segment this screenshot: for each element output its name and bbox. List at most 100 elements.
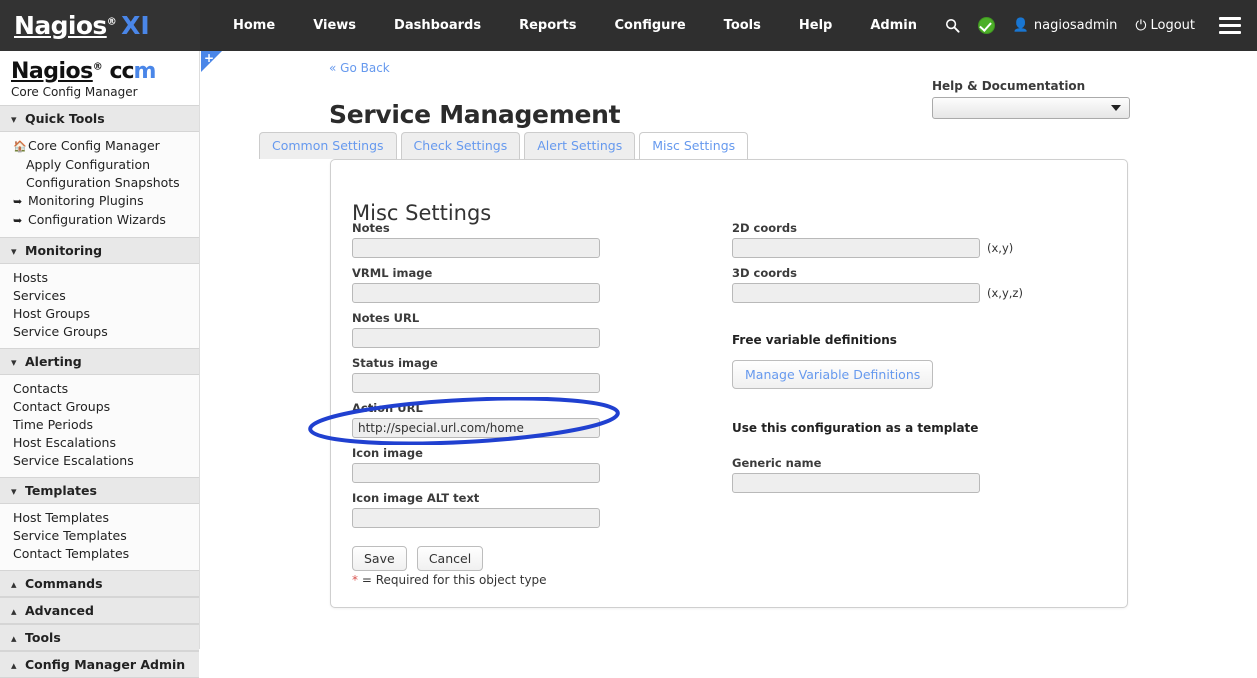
chevron-up-icon: ▴ xyxy=(11,632,25,645)
sidebar-item-configuration-wizards[interactable]: ➥Configuration Wizards xyxy=(0,211,199,230)
sidebar-section-config-manager-admin[interactable]: ▴Config Manager Admin xyxy=(0,651,199,678)
ccm-brand: Nagios® ccm Core Config Manager xyxy=(0,51,199,105)
sidebar-item-services[interactable]: Services xyxy=(0,287,199,305)
sidebar-section-advanced[interactable]: ▴Advanced xyxy=(0,597,199,624)
field-group-icon-image: Icon image xyxy=(352,446,652,483)
notes-input[interactable] xyxy=(352,238,600,258)
nav-item-views[interactable]: Views xyxy=(294,0,375,51)
sidebar-item-contact-groups[interactable]: Contact Groups xyxy=(0,398,199,416)
field-group-action-url: Action URL xyxy=(352,401,652,438)
sidebar-item-host-groups[interactable]: Host Groups xyxy=(0,305,199,323)
nav-item-tools[interactable]: Tools xyxy=(705,0,780,51)
generic-name-label: Generic name xyxy=(732,456,1062,470)
logo-product: XI xyxy=(121,11,150,40)
logo-registered-mark: ® xyxy=(107,17,116,28)
sidebar-section-label: Commands xyxy=(25,576,103,591)
sidebar-item-contact-templates[interactable]: Contact Templates xyxy=(0,545,199,563)
ccm-logo: Nagios® ccm xyxy=(11,60,199,83)
sidebar-item-service-escalations[interactable]: Service Escalations xyxy=(0,452,199,470)
left-column: Notes VRML image Notes URL Status image … xyxy=(352,221,652,571)
tab-alert-settings[interactable]: Alert Settings xyxy=(524,132,635,159)
vrml-image-input[interactable] xyxy=(352,283,600,303)
arrow-right-icon: ➥ xyxy=(13,194,28,210)
sidebar-item-time-periods[interactable]: Time Periods xyxy=(0,416,199,434)
nav-item-admin[interactable]: Admin xyxy=(851,0,936,51)
sidebar-section-tools[interactable]: ▴Tools xyxy=(0,624,199,651)
nagios-xi-logo[interactable]: Nagios®XI xyxy=(0,0,200,51)
manage-variable-definitions-button[interactable]: Manage Variable Definitions xyxy=(732,360,933,389)
chevron-up-icon: ▴ xyxy=(11,659,25,672)
sidebar: Nagios® ccm Core Config Manager ▾Quick T… xyxy=(0,51,200,649)
field-group-generic-name: Generic name xyxy=(732,456,1062,493)
icon-image-alt-text-input[interactable] xyxy=(352,508,600,528)
logout-label: Logout xyxy=(1150,18,1195,33)
sidebar-section-body-quick-tools: 🏠Core Config Manager Apply Configuration… xyxy=(0,132,199,237)
action-url-input[interactable] xyxy=(352,418,600,438)
coords-3d-input[interactable] xyxy=(732,283,980,303)
cancel-button[interactable]: Cancel xyxy=(417,546,483,571)
sidebar-item-apply-configuration[interactable]: Apply Configuration xyxy=(0,156,199,174)
sidebar-item-monitoring-plugins[interactable]: ➥Monitoring Plugins xyxy=(0,192,199,211)
notes-url-input[interactable] xyxy=(352,328,600,348)
save-button[interactable]: Save xyxy=(352,546,407,571)
nav-item-dashboards[interactable]: Dashboards xyxy=(375,0,500,51)
sidebar-section-templates[interactable]: ▾Templates xyxy=(0,477,199,504)
sidebar-expand-toggle[interactable] xyxy=(201,51,222,72)
chevron-down-icon: ▾ xyxy=(11,113,25,126)
sidebar-section-label: Advanced xyxy=(25,603,94,618)
status-image-input[interactable] xyxy=(352,373,600,393)
tab-common-settings[interactable]: Common Settings xyxy=(259,132,397,159)
coords-2d-input[interactable] xyxy=(732,238,980,258)
sidebar-section-monitoring[interactable]: ▾Monitoring xyxy=(0,237,199,264)
field-group-2d-coords: 2D coords (x,y) xyxy=(732,221,1062,258)
sidebar-section-alerting[interactable]: ▾Alerting xyxy=(0,348,199,375)
icon-image-label: Icon image xyxy=(352,446,652,460)
sidebar-item-configuration-snapshots[interactable]: Configuration Snapshots xyxy=(0,174,199,192)
search-icon[interactable] xyxy=(945,18,960,33)
sidebar-section-quick-tools[interactable]: ▾Quick Tools xyxy=(0,105,199,132)
logout-button[interactable]: ⏻ Logout xyxy=(1135,18,1195,34)
top-navigation-bar: Nagios®XI Home Views Dashboards Reports … xyxy=(0,0,1257,51)
chevron-down-icon: ▾ xyxy=(11,356,25,369)
help-documentation-select[interactable] xyxy=(932,97,1130,119)
sidebar-item-host-escalations[interactable]: Host Escalations xyxy=(0,434,199,452)
sidebar-item-host-templates[interactable]: Host Templates xyxy=(0,509,199,527)
person-icon: 👤 xyxy=(1013,18,1029,33)
nav-item-reports[interactable]: Reports xyxy=(500,0,595,51)
nav-item-home[interactable]: Home xyxy=(214,0,294,51)
help-documentation-group: Help & Documentation xyxy=(932,79,1130,119)
sidebar-item-core-config-manager[interactable]: 🏠Core Config Manager xyxy=(0,137,199,156)
form-actions: Save Cancel xyxy=(352,546,652,571)
system-status-icon[interactable] xyxy=(978,17,995,34)
required-legend-text: = Required for this object type xyxy=(362,573,547,587)
field-group-notes-url: Notes URL xyxy=(352,311,652,348)
action-url-label: Action URL xyxy=(352,401,652,415)
main-content: + « Go Back Service Management Help & Do… xyxy=(201,51,1257,649)
chevron-down-icon: ▾ xyxy=(11,245,25,258)
go-back-link[interactable]: « Go Back xyxy=(329,61,390,75)
notes-url-label: Notes URL xyxy=(352,311,652,325)
sidebar-section-body-alerting: Contacts Contact Groups Time Periods Hos… xyxy=(0,375,199,477)
sidebar-item-contacts[interactable]: Contacts xyxy=(0,380,199,398)
help-documentation-label: Help & Documentation xyxy=(932,79,1130,93)
sidebar-item-service-templates[interactable]: Service Templates xyxy=(0,527,199,545)
generic-name-input[interactable] xyxy=(732,473,980,493)
tab-misc-settings[interactable]: Misc Settings xyxy=(639,132,748,159)
chevron-up-icon: ▴ xyxy=(11,578,25,591)
page-title: Service Management xyxy=(329,100,620,129)
tab-check-settings[interactable]: Check Settings xyxy=(401,132,521,159)
misc-settings-panel: Misc Settings Notes VRML image Notes URL… xyxy=(330,159,1128,608)
hamburger-icon[interactable] xyxy=(1219,13,1241,38)
current-user[interactable]: 👤 nagiosadmin xyxy=(1013,18,1118,33)
field-group-status-image: Status image xyxy=(352,356,652,393)
home-icon: 🏠 xyxy=(13,139,28,155)
icon-image-input[interactable] xyxy=(352,463,600,483)
status-image-label: Status image xyxy=(352,356,652,370)
nav-item-configure[interactable]: Configure xyxy=(596,0,705,51)
sidebar-item-hosts[interactable]: Hosts xyxy=(0,269,199,287)
green-check-icon xyxy=(978,17,995,34)
sidebar-section-commands[interactable]: ▴Commands xyxy=(0,570,199,597)
sidebar-item-service-groups[interactable]: Service Groups xyxy=(0,323,199,341)
sidebar-section-label: Alerting xyxy=(25,354,82,369)
nav-item-help[interactable]: Help xyxy=(780,0,851,51)
